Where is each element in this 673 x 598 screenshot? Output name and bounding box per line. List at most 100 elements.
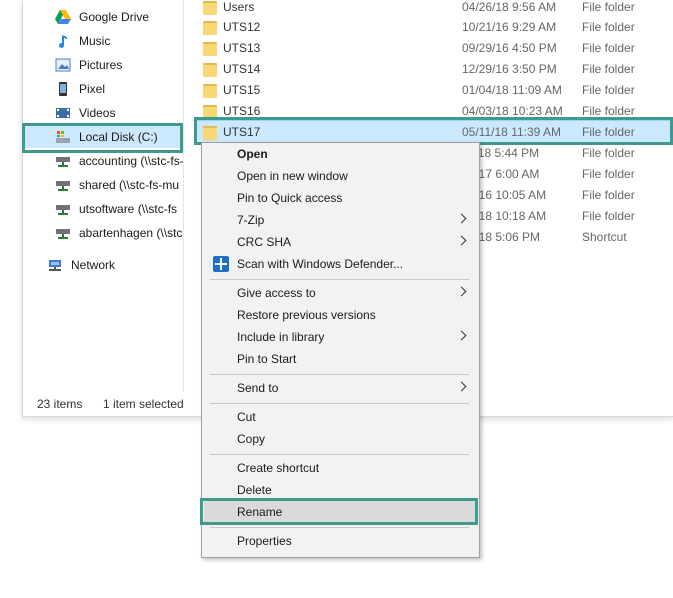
menu-label: Cut: [237, 410, 256, 424]
menu-label: Open in new window: [237, 169, 348, 183]
menu-item-restore-versions[interactable]: Restore previous versions: [204, 304, 477, 326]
chevron-right-icon: [456, 286, 467, 297]
nav-label: shared (\\stc-fs-mu: [79, 178, 180, 192]
file-date: 12/29/16 3:50 PM: [462, 61, 557, 76]
file-type: File folder: [582, 0, 635, 14]
file-type: File folder: [582, 145, 635, 160]
nav-item-pixel[interactable]: Pixel: [23, 78, 183, 100]
file-row-selected[interactable]: UTS17 05/11/18 11:39 AM File folder: [197, 120, 673, 143]
videos-icon: [55, 105, 71, 121]
file-type: File folder: [582, 103, 635, 118]
menu-item-crc-sha[interactable]: CRC SHA: [204, 231, 477, 253]
menu-item-rename[interactable]: Rename: [204, 501, 477, 523]
file-date: 04/03/18 10:23 AM: [462, 103, 563, 118]
menu-label: Open: [237, 147, 268, 161]
menu-label: Create shortcut: [237, 461, 320, 475]
nav-item-videos[interactable]: Videos: [23, 102, 183, 124]
file-name: UTS15: [223, 82, 261, 97]
nav-item-pictures[interactable]: Pictures: [23, 54, 183, 76]
nav-label: utsoftware (\\stc-fs: [79, 202, 178, 216]
drive-icon: [55, 129, 71, 145]
nav-item-abartenhagen[interactable]: abartenhagen (\\stc: [23, 222, 183, 244]
file-row[interactable]: Users 04/26/18 9:56 AM File folder: [197, 0, 673, 17]
chevron-right-icon: [456, 235, 467, 246]
network-drive-icon: [55, 225, 71, 241]
nav-label: Pictures: [79, 58, 123, 72]
nav-item-shared[interactable]: shared (\\stc-fs-mu: [23, 174, 183, 196]
network-icon: [47, 257, 63, 273]
file-row[interactable]: UTS12 10/21/16 9:29 AM File folder: [197, 16, 673, 37]
menu-label: Send to: [237, 381, 279, 395]
chevron-right-icon: [456, 330, 467, 341]
menu-separator: [210, 527, 469, 528]
menu-label: Restore previous versions: [237, 308, 376, 322]
nav-label: Pixel: [79, 82, 106, 96]
nav-label: Google Drive: [79, 10, 150, 24]
phone-icon: [55, 81, 71, 97]
file-row[interactable]: UTS15 01/04/18 11:09 AM File folder: [197, 79, 673, 100]
menu-label: CRC SHA: [237, 235, 292, 249]
menu-item-7zip[interactable]: 7-Zip: [204, 209, 477, 231]
chevron-right-icon: [456, 213, 467, 224]
menu-item-create-shortcut[interactable]: Create shortcut: [204, 457, 477, 479]
menu-separator: [210, 403, 469, 404]
folder-icon: [203, 21, 217, 35]
menu-item-send-to[interactable]: Send to: [204, 377, 477, 399]
google-drive-icon: [55, 9, 71, 25]
file-type: File folder: [582, 82, 635, 97]
menu-item-pin-start[interactable]: Pin to Start: [204, 348, 477, 370]
nav-item-network[interactable]: Network: [23, 254, 183, 276]
menu-label: Include in library: [237, 330, 325, 344]
music-icon: [55, 33, 71, 49]
file-name: UTS17: [223, 124, 261, 139]
menu-item-scan-defender[interactable]: Scan with Windows Defender...: [204, 253, 477, 275]
file-row[interactable]: UTS16 04/03/18 10:23 AM File folder: [197, 100, 673, 121]
nav-item-accounting[interactable]: accounting (\\stc-fs-: [23, 150, 183, 172]
file-name: UTS16: [223, 103, 261, 118]
file-type: File folder: [582, 166, 635, 181]
file-row[interactable]: UTS13 09/29/16 4:50 PM File folder: [197, 37, 673, 58]
menu-item-properties[interactable]: Properties: [204, 530, 477, 552]
nav-item-google-drive[interactable]: Google Drive: [23, 6, 183, 28]
file-date: 09/29/16 4:50 PM: [462, 40, 557, 55]
windows-defender-icon: [213, 256, 229, 272]
menu-label: Pin to Start: [237, 352, 297, 366]
menu-item-open[interactable]: Open: [204, 143, 477, 165]
menu-separator: [210, 279, 469, 280]
menu-separator: [210, 374, 469, 375]
selection-count: 1 item selected: [103, 397, 184, 411]
nav-item-utsoftware[interactable]: utsoftware (\\stc-fs: [23, 198, 183, 220]
menu-item-delete[interactable]: Delete: [204, 479, 477, 501]
nav-label: Music: [79, 34, 111, 48]
menu-item-pin-quick-access[interactable]: Pin to Quick access: [204, 187, 477, 209]
file-date: 04/26/18 9:56 AM: [462, 0, 557, 14]
menu-label: Delete: [237, 483, 272, 497]
menu-item-copy[interactable]: Copy: [204, 428, 477, 450]
file-date: 01/04/18 11:09 AM: [462, 82, 562, 97]
menu-label: Properties: [237, 534, 292, 548]
file-name: UTS13: [223, 40, 261, 55]
navigation-pane: Google Drive Music Pictures Pixel Videos: [23, 0, 184, 392]
menu-separator: [210, 454, 469, 455]
nav-label: accounting (\\stc-fs-: [79, 154, 184, 168]
menu-label: Give access to: [237, 286, 316, 300]
item-count: 23 items: [37, 397, 83, 411]
menu-item-cut[interactable]: Cut: [204, 406, 477, 428]
menu-label: Scan with Windows Defender...: [237, 257, 404, 271]
menu-item-include-library[interactable]: Include in library: [204, 326, 477, 348]
nav-label: Local Disk (C:): [79, 130, 158, 144]
folder-icon: [203, 105, 217, 119]
folder-icon: [203, 1, 217, 15]
network-drive-icon: [55, 201, 71, 217]
folder-icon: [203, 126, 217, 140]
file-date: 10/21/16 9:29 AM: [462, 19, 557, 34]
menu-item-give-access[interactable]: Give access to: [204, 282, 477, 304]
network-drive-icon: [55, 153, 71, 169]
file-type: File folder: [582, 124, 635, 139]
nav-label: Network: [71, 258, 116, 272]
nav-item-local-disk[interactable]: Local Disk (C:): [23, 126, 183, 148]
file-row[interactable]: UTS14 12/29/16 3:50 PM File folder: [197, 58, 673, 79]
nav-item-music[interactable]: Music: [23, 30, 183, 52]
menu-item-open-new-window[interactable]: Open in new window: [204, 165, 477, 187]
folder-icon: [203, 42, 217, 56]
